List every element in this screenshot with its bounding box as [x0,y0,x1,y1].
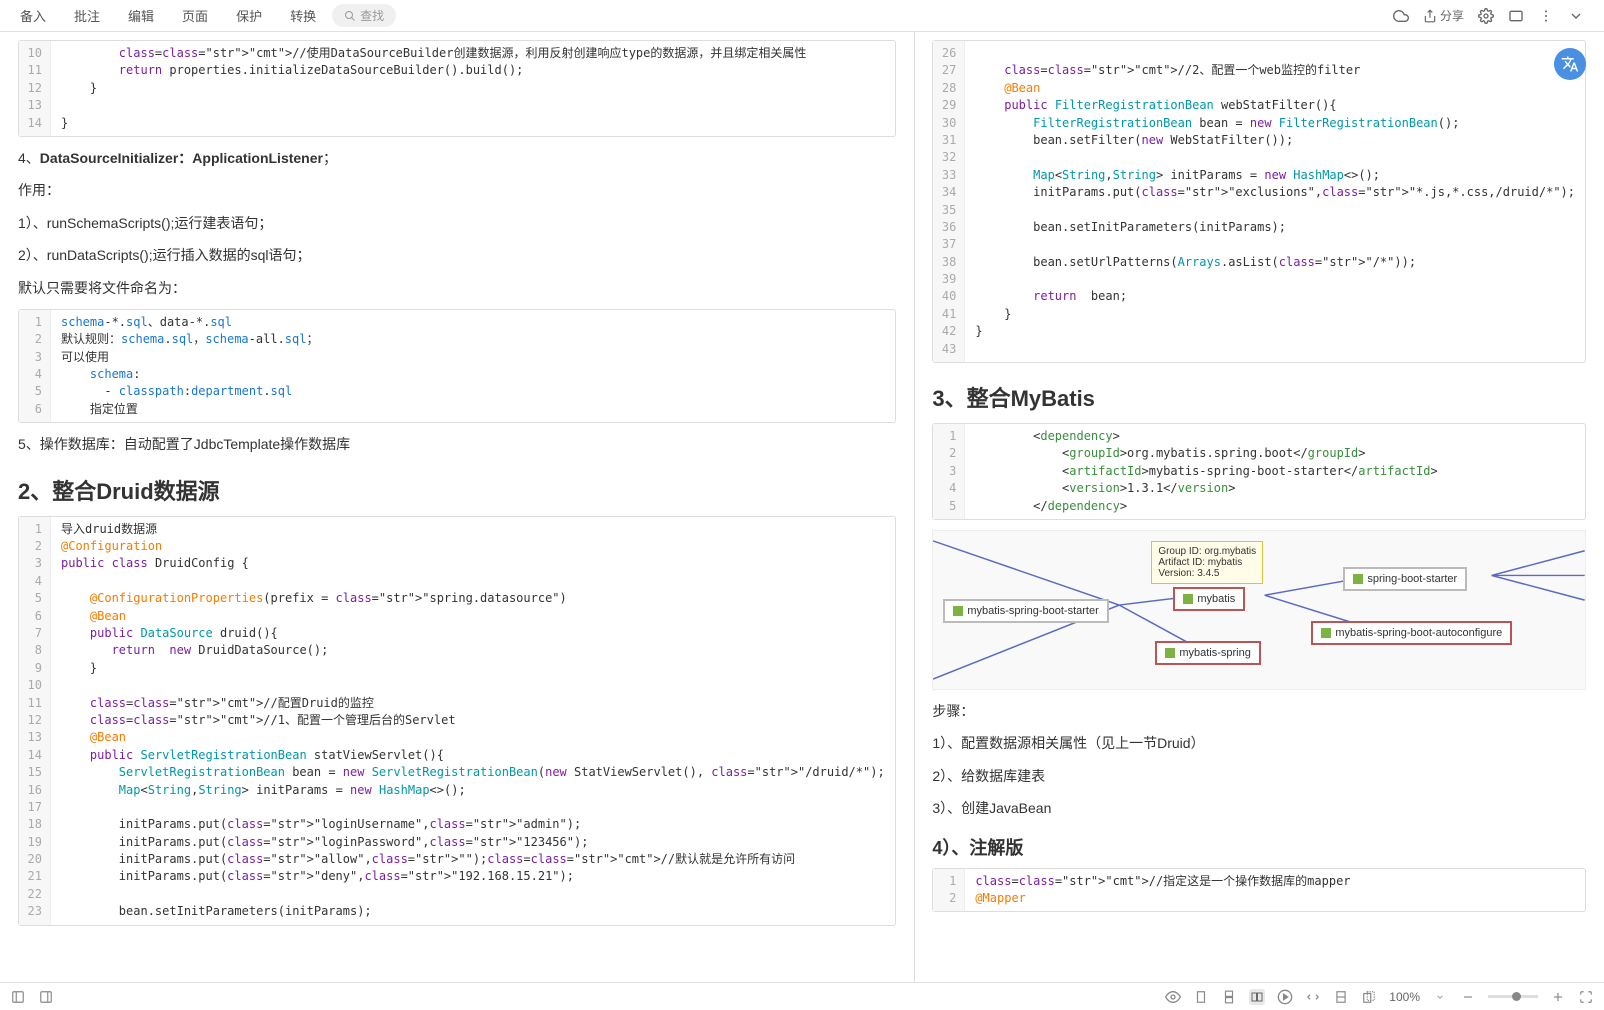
document-viewport[interactable]: 1011121314 class=class="str">"cmt">//使用D… [0,32,1604,982]
menu-annotate[interactable]: 批注 [62,2,112,29]
step-2: 2）、给数据库建表 [932,765,1586,787]
chevron-down-icon[interactable] [1432,989,1448,1005]
code-block-mapper: 12 class=class="str">"cmt">//指定这是一个操作数据库… [932,868,1586,913]
zoom-level[interactable]: 100% [1389,990,1420,1004]
node-mybatis-spring: mybatis-spring [1155,641,1261,665]
node-autoconfigure: mybatis-spring-boot-autoconfigure [1311,621,1512,645]
right-page: 262728293031323334353637383940414243 cla… [914,32,1604,982]
paragraph-data: 2）、runDataScripts();运行插入数据的sql语句； [18,244,896,266]
tooltip: Group ID: org.mybatis Artifact ID: mybat… [1151,541,1263,584]
search-box[interactable]: 查找 [332,4,396,27]
heading-annotation: 4）、注解版 [932,834,1586,860]
share-label: 分享 [1440,7,1464,24]
paragraph-default: 默认只需要将文件命名为： [18,277,896,299]
rotate-icon[interactable] [1361,989,1377,1005]
left-page: 1011121314 class=class="str">"cmt">//使用D… [0,32,914,982]
menu-bar: 备入 批注 编辑 页面 保护 转换 查找 [8,2,396,29]
more-icon[interactable] [1538,8,1554,24]
step-1: 1）、配置数据源相关属性（见上一节Druid） [932,732,1586,754]
menu-edit[interactable]: 编辑 [116,2,166,29]
step-3: 3）、创建JavaBean [932,797,1586,819]
settings-icon[interactable] [1478,8,1494,24]
code-block-filter: 262728293031323334353637383940414243 cla… [932,40,1586,363]
translate-float-button[interactable] [1554,48,1586,80]
top-toolbar: 备入 批注 编辑 页面 保护 转换 查找 分享 [0,0,1604,32]
play-icon[interactable] [1277,989,1293,1005]
zoom-out-icon[interactable] [1460,989,1476,1005]
search-icon [344,10,356,22]
fit-width-icon[interactable] [1305,989,1321,1005]
paragraph-4: 4、DataSourceInitializer：ApplicationListe… [18,147,896,169]
code-block-schema: 123456 schema-*.sql、data-*.sql默认规则：schem… [18,309,896,423]
single-page-icon[interactable] [1193,989,1209,1005]
paragraph-5: 5、操作数据库：自动配置了JdbcTemplate操作数据库 [18,433,896,455]
node-mybatis: mybatis [1173,587,1245,611]
code-block-dependency: 12345 <dependency> <groupId>org.mybatis.… [932,423,1586,520]
toolbar-right: 分享 [1393,8,1596,24]
node-starter: mybatis-spring-boot-starter [943,599,1108,623]
heading-mybatis: 3、整合MyBatis [932,381,1586,413]
status-left [10,989,54,1005]
paragraph-schema: 1）、runSchemaScripts();运行建表语句； [18,212,896,234]
status-bar: 100% [0,982,1604,1010]
paragraph-steps: 步骤： [932,700,1586,722]
menu-protect[interactable]: 保护 [224,2,274,29]
menu-insert[interactable]: 备入 [8,2,58,29]
code-block-datasource: 1011121314 class=class="str">"cmt">//使用D… [18,40,896,137]
share-icon[interactable]: 分享 [1423,8,1464,24]
sidebar-toggle-icon[interactable] [10,989,26,1005]
node-boot-starter: spring-boot-starter [1343,567,1467,591]
search-label: 查找 [360,7,384,24]
code-block-druid: 1234567891011121314151617181920212223 导入… [18,516,896,926]
panel-toggle-icon[interactable] [38,989,54,1005]
heading-druid: 2、整合Druid数据源 [18,474,896,506]
collapse-icon[interactable] [1568,8,1584,24]
zoom-slider[interactable] [1488,995,1538,998]
zoom-in-icon[interactable] [1550,989,1566,1005]
dependency-diagram: Group ID: org.mybatis Artifact ID: mybat… [932,530,1586,690]
fit-page-icon[interactable] [1333,989,1349,1005]
eye-icon[interactable] [1165,989,1181,1005]
chat-icon[interactable] [1508,8,1524,24]
menu-page[interactable]: 页面 [170,2,220,29]
paragraph-role: 作用： [18,179,896,201]
fullscreen-icon[interactable] [1578,989,1594,1005]
two-page-icon[interactable] [1249,989,1265,1005]
menu-convert[interactable]: 转换 [278,2,328,29]
cloud-icon[interactable] [1393,8,1409,24]
status-right: 100% [1165,989,1594,1005]
continuous-icon[interactable] [1221,989,1237,1005]
